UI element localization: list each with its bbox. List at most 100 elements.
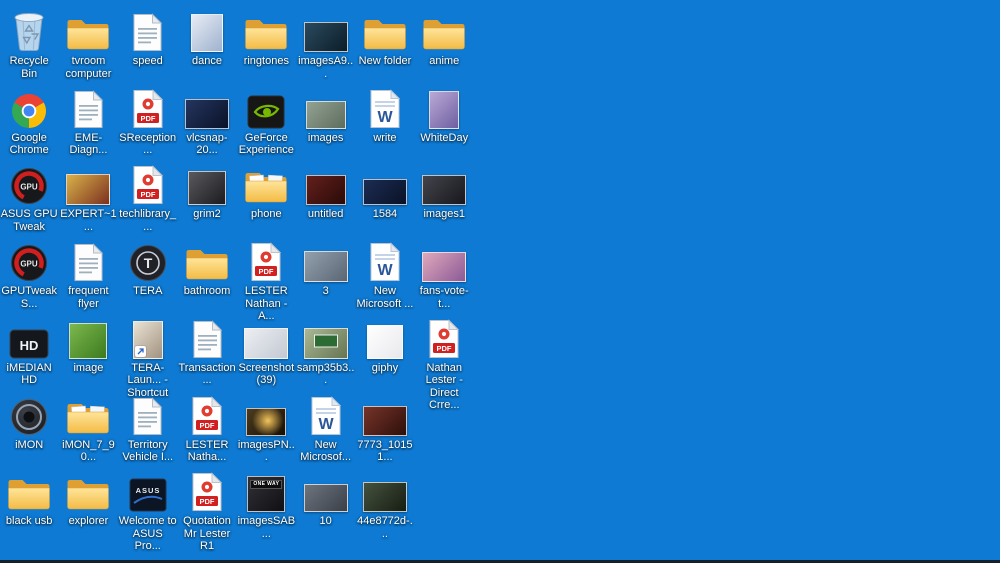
desktop-icon-image[interactable]: image: [59, 315, 118, 375]
desktop-icon-transaction[interactable]: Transaction...: [177, 315, 236, 387]
image-art: [366, 317, 403, 359]
desktop-icon-quotation-mr-lester-r1[interactable]: PDF Quotation Mr Lester R1: [177, 468, 236, 553]
desktop-icon-welcome-to-asus-pro[interactable]: ASUS Welcome to ASUS Pro...: [118, 468, 177, 553]
image-thumbnail: [429, 90, 460, 129]
icon-label: black usb: [5, 515, 53, 528]
icon-label: iMON_7_90...: [62, 438, 115, 464]
icon-label: untitled: [307, 208, 344, 221]
folder-art: [66, 10, 110, 52]
icon-label: explorer: [68, 515, 109, 528]
desktop-icon-fans-vote-t[interactable]: fans-vote-t...: [415, 238, 474, 310]
chrome-logo-icon: [12, 93, 47, 128]
icon-label: ASUS GPU Tweak: [0, 208, 58, 233]
image-thumbnail: [422, 175, 467, 206]
desktop-icon-1584[interactable]: 1584: [355, 161, 414, 221]
desktop-icon-imagessab[interactable]: ONE WAY imagesSAB...: [237, 468, 296, 540]
geforce-art: [247, 87, 285, 129]
desktop-icon-geforce-experience[interactable]: GeForce Experience: [237, 85, 296, 157]
icon-label: New Microsoft ...: [356, 285, 414, 310]
icon-label: image: [73, 361, 104, 374]
pdf-icon: PDF: [192, 472, 223, 512]
chrome-art: [11, 87, 47, 129]
document-icon: [133, 13, 163, 51]
image-art: [303, 240, 348, 283]
desktop-icon-10[interactable]: 10: [296, 468, 355, 528]
desktop-icon-grim2[interactable]: grim2: [177, 161, 236, 221]
icon-label: EXPERT~1...: [60, 208, 117, 233]
icon-label: GPUTweakS...: [1, 285, 57, 310]
desktop-icon-vlcsnap-20[interactable]: vlcsnap-20...: [177, 85, 236, 157]
folder-icon: [67, 20, 110, 50]
desktop-icon-techlibrary[interactable]: PDF techlibrary_...: [118, 161, 177, 233]
desktop-icon-samp35b3[interactable]: samp35b3...: [296, 315, 355, 387]
desktop-icon-tera-laun-shortcut[interactable]: TERA-Laun... - Shortcut: [118, 315, 177, 400]
desktop-icon-lester-natha[interactable]: PDF LESTER Natha...: [177, 392, 236, 464]
desktop-icon-imagespn[interactable]: imagesPN...: [237, 392, 296, 464]
svg-text:HD: HD: [20, 338, 39, 353]
word-doc-icon: W: [370, 242, 401, 282]
desktop-icon-nathan-lester-direct-crre[interactable]: PDF Nathan Lester - Direct Crre...: [415, 315, 474, 412]
desktop-icon-territory-vehicle-i[interactable]: Territory Vehicle I...: [118, 392, 177, 464]
desktop-icon-lester-nathan-a[interactable]: PDF LESTER Nathan - A...: [237, 238, 296, 323]
icon-label: samp35b3...: [296, 361, 355, 387]
desktop-icon-asus-gpu-tweak[interactable]: GPU ASUS GPU Tweak: [0, 161, 59, 233]
desktop-icon-sreception[interactable]: PDF SReception...: [118, 85, 177, 157]
desktop-icon-imedian-hd[interactable]: HD iMEDIAN HD: [0, 315, 59, 387]
gpu-tweak-art: GPU: [10, 163, 48, 205]
folder-art: [422, 10, 466, 52]
desktop-icon-whiteday[interactable]: WhiteDay: [415, 85, 474, 145]
desktop-icon-google-chrome[interactable]: Google Chrome: [0, 85, 59, 157]
image-thumbnail: [303, 327, 348, 359]
desktop-icon-expert-1[interactable]: EXPERT~1...: [59, 161, 118, 233]
folder-icon: [423, 20, 465, 50]
desktop-icon-recycle-bin[interactable]: Recycle Bin: [0, 8, 59, 80]
desktop-icon-new-microsof[interactable]: W New Microsof...: [296, 392, 355, 464]
desktop-icon-images1[interactable]: images1: [415, 161, 474, 221]
desktop-icon-black-usb[interactable]: black usb: [0, 468, 59, 528]
desktop-icon-new-microsoft[interactable]: W New Microsoft ...: [355, 238, 414, 310]
desktop-icon-untitled[interactable]: untitled: [296, 161, 355, 221]
desktop-icon-imon-7-90[interactable]: iMON_7_90...: [59, 392, 118, 464]
icon-label: Territory Vehicle I...: [122, 438, 174, 464]
icon-label: write: [373, 131, 397, 144]
desktop-icon-7773-10151[interactable]: 7773_10151...: [355, 392, 414, 464]
icon-label: 7773_10151...: [357, 438, 413, 464]
imon-art: [10, 394, 48, 436]
desktop-icon-speed[interactable]: speed: [118, 8, 177, 68]
desktop-icon-write[interactable]: Wwrite: [355, 85, 414, 145]
desktop-icon-screenshot-39[interactable]: Screenshot (39): [237, 315, 296, 387]
desktop-icon-eme-diagn[interactable]: EME-Diagn...: [59, 85, 118, 157]
image-art: [305, 163, 346, 206]
desktop-icon-bathroom[interactable]: bathroom: [177, 238, 236, 298]
desktop-icon-new-folder[interactable]: New folder: [355, 8, 414, 68]
icon-label: anime: [429, 55, 460, 67]
image-art: [188, 163, 227, 206]
icon-label: Screenshot (39): [238, 361, 295, 387]
doc-art: [73, 87, 104, 129]
desktop-icon-ringtones[interactable]: ringtones: [237, 8, 296, 68]
desktop-icon-dance[interactable]: dance: [177, 8, 236, 68]
desktop-icon-giphy[interactable]: giphy: [355, 315, 414, 375]
desktop-icon-phone[interactable]: phone: [237, 161, 296, 221]
desktop-icon-anime[interactable]: anime: [415, 8, 474, 68]
document-icon: [193, 320, 222, 358]
desktop-icon-images[interactable]: images: [296, 85, 355, 145]
svg-text:W: W: [318, 416, 334, 433]
desktop-icon-explorer[interactable]: explorer: [59, 468, 118, 528]
folder-icon: [245, 20, 288, 50]
icon-label: 3: [322, 285, 329, 298]
desktop-icon-tera[interactable]: T TERA: [118, 238, 177, 298]
word-art: W: [308, 394, 344, 436]
desktop-icon-tvroom-computer[interactable]: tvroom computer: [59, 8, 118, 80]
desktop[interactable]: Recycle Bin tvroom computer speed dance ring…: [0, 0, 1000, 563]
desktop-icon-imon[interactable]: iMON: [0, 392, 59, 452]
desktop-icon-frequent-flyer[interactable]: frequent flyer: [59, 238, 118, 310]
icon-label: fans-vote-t...: [419, 285, 469, 310]
icon-label: LESTER Natha...: [185, 438, 229, 464]
desktop-icon-gputweaks[interactable]: GPU GPUTweakS...: [0, 238, 59, 310]
desktop-icon-imagesa9[interactable]: imagesA9...: [296, 8, 355, 80]
desktop-icon-3[interactable]: 3: [296, 238, 355, 298]
desktop-icon-44e8772d[interactable]: 44e8772d-...: [355, 468, 414, 540]
word-art: W: [367, 87, 403, 129]
image-art: [191, 10, 224, 52]
